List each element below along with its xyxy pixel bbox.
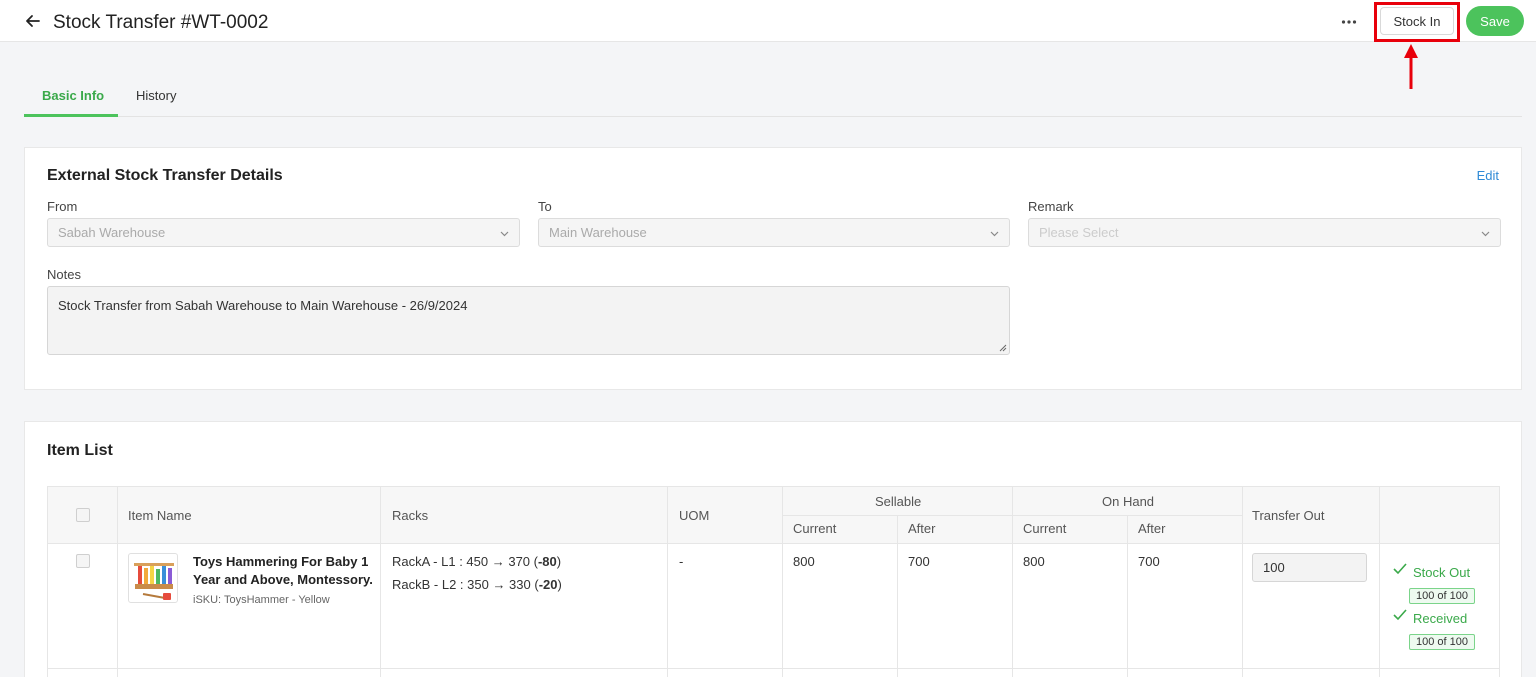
transfer-out-value: 100 — [1263, 560, 1285, 575]
rack-text: RackA - L1 : 450 → 370 ( — [392, 554, 538, 569]
resize-handle-icon[interactable] — [998, 343, 1007, 352]
item-list-title: Item List — [47, 442, 113, 459]
transfer-details-card: External Stock Transfer Details Edit Fro… — [24, 147, 1522, 390]
rack-text-end: ) — [556, 554, 562, 569]
stock-in-button[interactable]: Stock In — [1380, 7, 1454, 35]
top-bar: Stock Transfer #WT-0002 Stock In Save — [0, 0, 1536, 42]
product-thumbnail — [128, 553, 178, 603]
sellable-after-value: 700 — [908, 554, 930, 569]
remark-placeholder: Please Select — [1039, 225, 1119, 240]
notes-value: Stock Transfer from Sabah Warehouse to M… — [58, 298, 468, 313]
column-divider — [897, 515, 898, 677]
from-label: From — [47, 199, 78, 214]
item-sku: iSKU: ToysHammer - Yellow — [193, 594, 330, 606]
column-divider — [1127, 515, 1128, 677]
received-status: Received — [1413, 611, 1468, 626]
rack-text-end: ) — [557, 577, 562, 592]
to-select[interactable]: Main Warehouse — [538, 218, 1010, 247]
col-header-onhand-after: After — [1138, 521, 1166, 536]
onhand-after-value: 700 — [1138, 554, 1160, 569]
onhand-current-value: 800 — [1023, 554, 1045, 569]
rack-text: RackB - L2 : 350 → 330 ( — [392, 577, 539, 592]
notes-textarea[interactable]: Stock Transfer from Sabah Warehouse to M… — [47, 286, 1010, 355]
tab-basic-info[interactable]: Basic Info — [42, 88, 104, 103]
column-divider — [1242, 487, 1243, 677]
check-icon — [1393, 563, 1407, 575]
column-divider — [782, 487, 783, 677]
column-divider — [667, 487, 668, 677]
column-divider — [380, 487, 381, 677]
col-header-item-name: Item Name — [128, 508, 192, 523]
column-divider — [117, 487, 118, 677]
rack-delta: -80 — [537, 554, 557, 569]
rack-delta: -20 — [538, 577, 558, 592]
stock-out-status: Stock Out — [1413, 565, 1471, 580]
column-divider — [1012, 487, 1013, 677]
save-button[interactable]: Save — [1466, 6, 1524, 36]
back-arrow-icon[interactable] — [24, 12, 42, 30]
row-bottom-border — [48, 668, 1499, 669]
received-count-badge: 100 of 100 — [1409, 634, 1475, 650]
page-title: Stock Transfer #WT-0002 — [53, 12, 269, 33]
col-header-transfer-out: Transfer Out — [1252, 508, 1325, 523]
col-header-onhand-current: Current — [1023, 521, 1067, 536]
header-bottom-border — [48, 543, 1499, 544]
chevron-down-icon — [1481, 231, 1490, 237]
sellable-current-value: 800 — [793, 554, 815, 569]
item-name-line2: Year and Above, Montessory... — [193, 572, 373, 587]
details-title: External Stock Transfer Details — [47, 167, 283, 184]
check-icon — [1393, 609, 1407, 621]
edit-link[interactable]: Edit — [1477, 168, 1499, 183]
from-select[interactable]: Sabah Warehouse — [47, 218, 520, 247]
tab-bar: Basic Info History — [24, 76, 1522, 117]
to-label: To — [538, 199, 552, 214]
item-table: Item Name Racks UOM Sellable On Hand Cur… — [47, 486, 1500, 677]
col-header-racks: Racks — [392, 508, 429, 523]
col-header-sellable-after: After — [908, 521, 936, 536]
more-options-icon[interactable] — [1340, 12, 1358, 30]
item-name-line1: Toys Hammering For Baby 1 — [193, 554, 369, 569]
rack-line: RackB - L2 : 350 → 330 (-20) — [392, 577, 562, 592]
column-divider — [1379, 487, 1380, 677]
col-header-sellable-current: Current — [793, 521, 837, 536]
row-checkbox[interactable] — [76, 554, 90, 568]
uom-value: - — [679, 554, 684, 569]
col-header-uom: UOM — [679, 508, 710, 523]
tab-history[interactable]: History — [136, 88, 176, 103]
active-tab-indicator — [24, 114, 118, 117]
chevron-down-icon — [990, 231, 999, 237]
transfer-out-input[interactable]: 100 — [1252, 553, 1367, 582]
chevron-down-icon — [500, 231, 509, 237]
col-header-on-hand: On Hand — [1102, 494, 1155, 509]
stock-out-count-badge: 100 of 100 — [1409, 588, 1475, 604]
remark-label: Remark — [1028, 199, 1074, 214]
from-value: Sabah Warehouse — [58, 225, 166, 240]
item-list-card: Item List Item Name Racks UOM Sellable O… — [24, 421, 1522, 677]
to-value: Main Warehouse — [549, 225, 647, 240]
remark-select[interactable]: Please Select — [1028, 218, 1501, 247]
toy-hammer-image-icon — [134, 563, 174, 600]
item-name[interactable]: Toys Hammering For Baby 1 Year and Above… — [193, 553, 373, 589]
select-all-checkbox[interactable] — [76, 508, 90, 522]
notes-label: Notes — [47, 267, 81, 282]
rack-line: RackA - L1 : 450 → 370 (-80) — [392, 554, 561, 569]
col-header-sellable: Sellable — [875, 494, 922, 509]
